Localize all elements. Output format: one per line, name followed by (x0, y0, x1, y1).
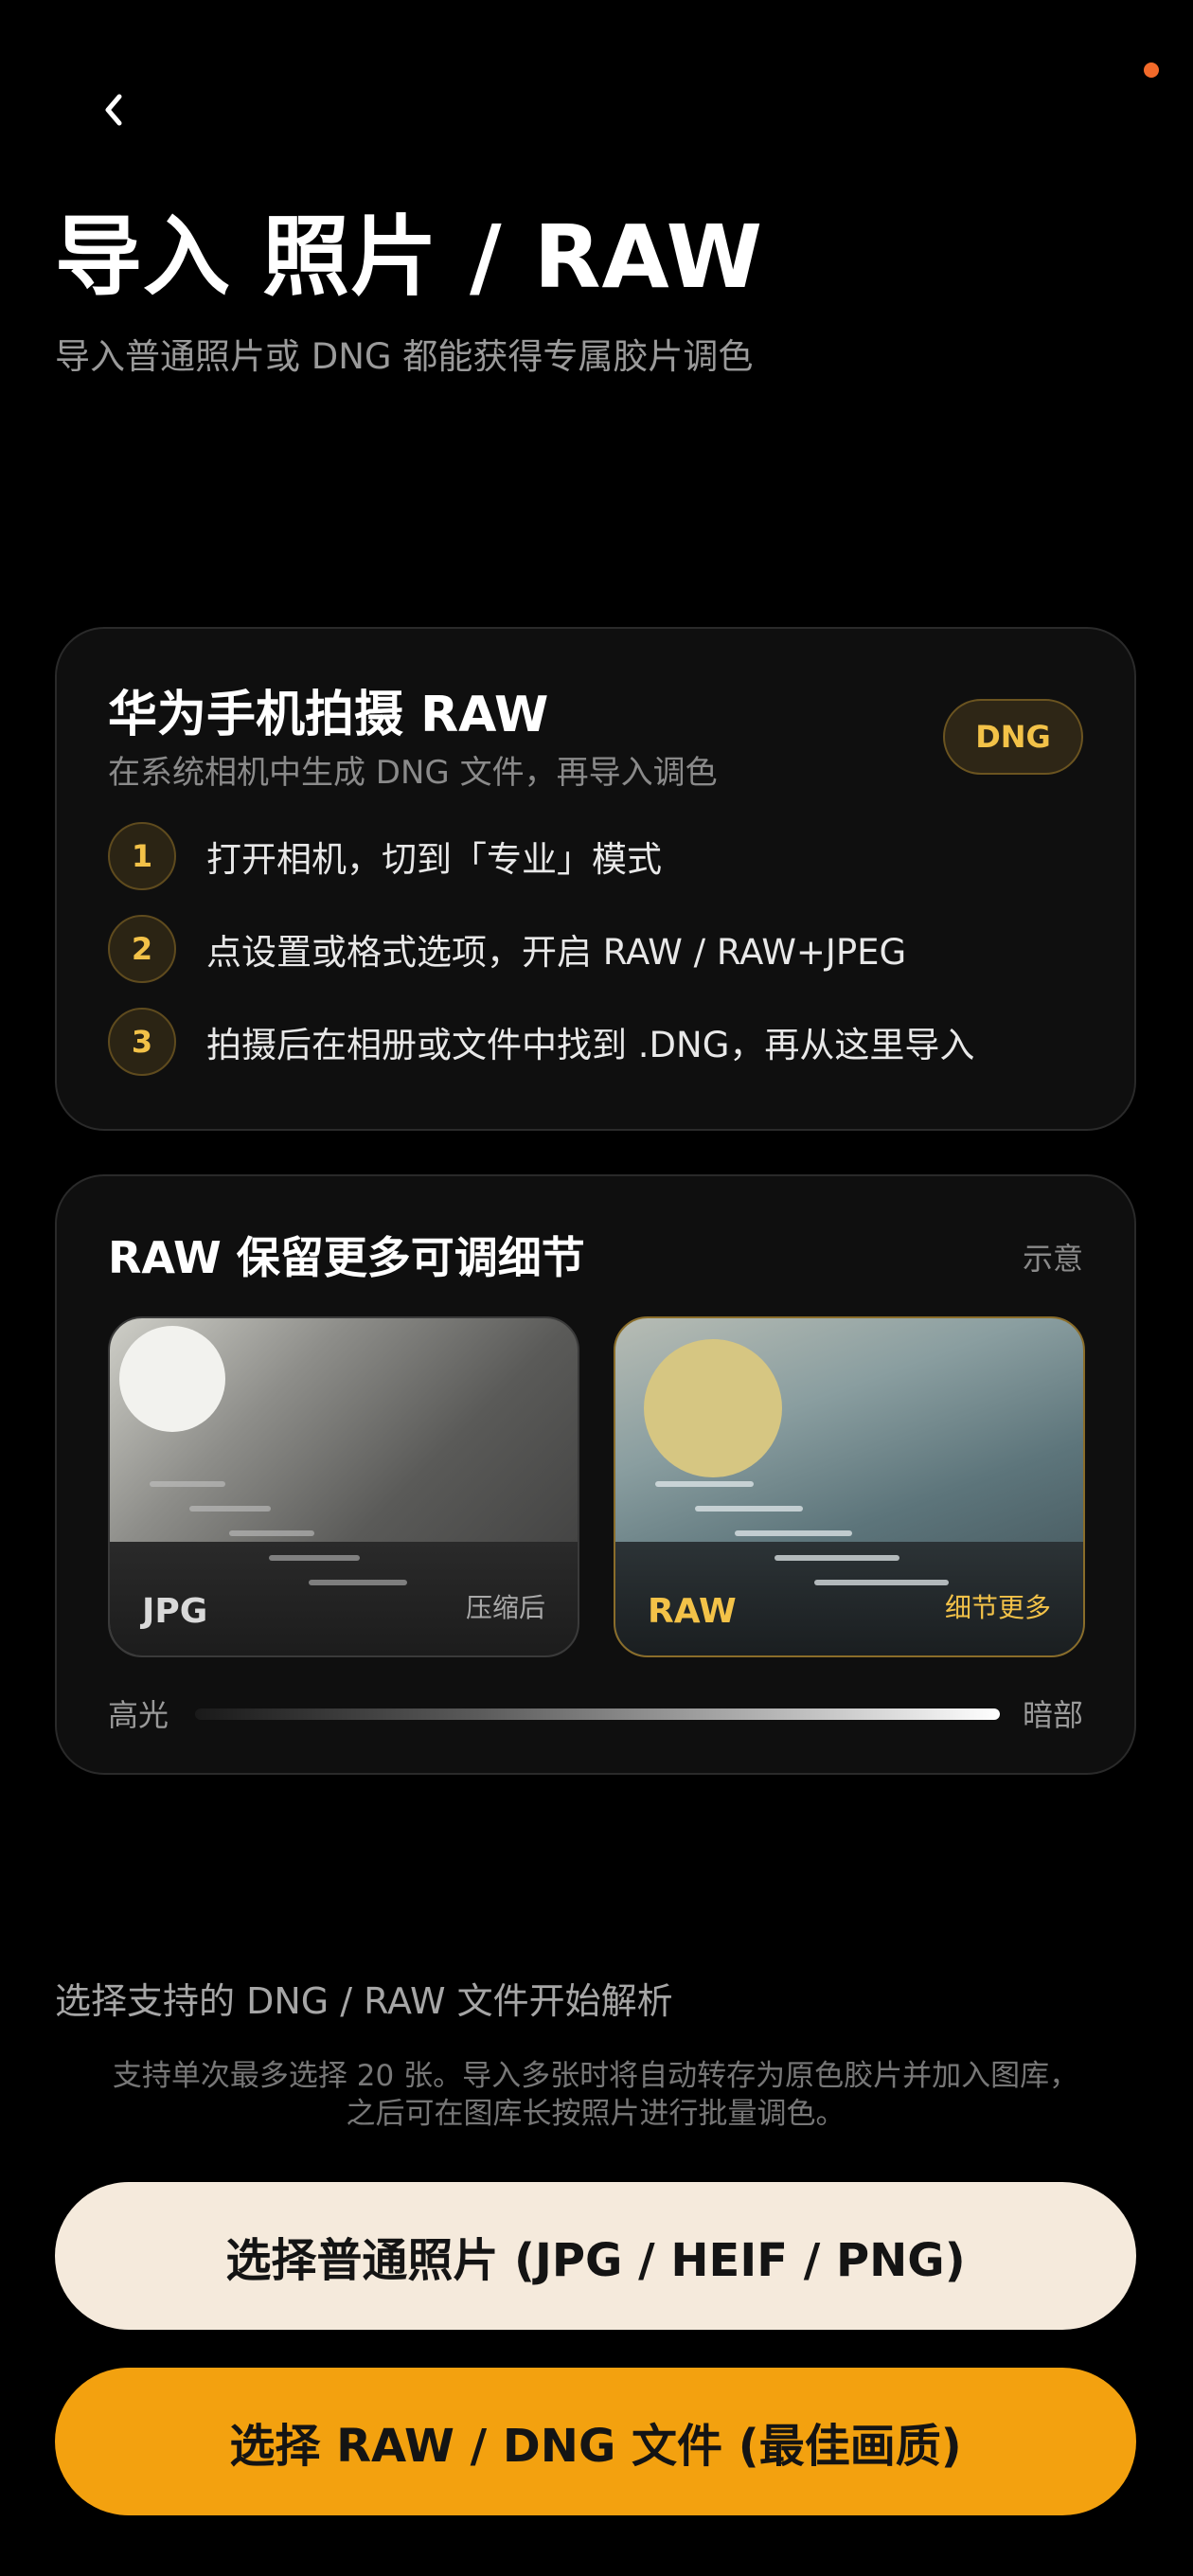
light-streak (814, 1580, 949, 1585)
chevron-left-icon (105, 94, 122, 126)
tonal-range-bar (195, 1708, 1000, 1720)
dng-badge: DNG (943, 699, 1083, 775)
step-text: 打开相机，切到「专业」模式 (206, 839, 662, 880)
import-note-line: 支持单次最多选择 20 张。导入多张时将自动转存为原色胶片并加入图库， (112, 2059, 1079, 2093)
huawei-card-subtitle: 在系统相机中生成 DNG 文件，再导入调色 (108, 754, 718, 792)
select-hint: 选择支持的 DNG / RAW 文件开始解析 (55, 1980, 673, 2022)
compare-card-title: RAW 保留更多可调细节 (108, 1232, 585, 1283)
range-label-highlight: 高光 (108, 1697, 169, 1733)
step-text: 拍摄后在相册或文件中找到 .DNG，再从这里导入 (206, 1025, 975, 1065)
raw-compare-card: RAW 保留更多可调细节 示意 JPG 压缩后 RAW 细节更多 高光 暗部 (55, 1174, 1136, 1775)
light-streak (150, 1481, 225, 1487)
jpg-preview: JPG 压缩后 (108, 1316, 579, 1657)
step-item: 3 拍摄后在相册或文件中找到 .DNG，再从这里导入 (108, 1008, 974, 1076)
import-note-line: 之后可在图库长按照片进行批量调色。 (346, 2097, 846, 2131)
huawei-card-title: 华为手机拍摄 RAW (108, 687, 549, 743)
huawei-raw-card: 华为手机拍摄 RAW 在系统相机中生成 DNG 文件，再导入调色 DNG 1 打… (55, 627, 1136, 1131)
light-streak (775, 1555, 899, 1561)
step-item: 2 点设置或格式选项，开启 RAW / RAW+JPEG (108, 915, 906, 983)
step-text: 点设置或格式选项，开启 RAW / RAW+JPEG (206, 932, 907, 973)
raw-preview: RAW 细节更多 (614, 1316, 1085, 1657)
raw-label: RAW (648, 1592, 737, 1631)
illustration-hint: 示意 (1022, 1241, 1083, 1277)
light-streak (655, 1481, 754, 1487)
page-title: 导入 照片 / RAW (55, 206, 764, 308)
page-subtitle: 导入普通照片或 DNG 都能获得专属胶片调色 (55, 336, 754, 377)
import-note: 支持单次最多选择 20 张。导入多张时将自动转存为原色胶片并加入图库， 之后可在… (55, 2057, 1136, 2133)
light-streak (735, 1530, 852, 1536)
light-streak (695, 1506, 803, 1512)
light-streak (189, 1506, 271, 1512)
light-streak (309, 1580, 407, 1585)
step-item: 1 打开相机，切到「专业」模式 (108, 822, 662, 890)
sun-shape (644, 1339, 782, 1477)
jpg-tag: 压缩后 (465, 1592, 545, 1623)
step-number: 1 (108, 822, 176, 890)
light-streak (269, 1555, 360, 1561)
step-number: 3 (108, 1008, 176, 1076)
sun-shape (119, 1326, 225, 1432)
range-label-shadow: 暗部 (1022, 1697, 1083, 1733)
select-normal-photo-button[interactable]: 选择普通照片 (JPG / HEIF / PNG) (55, 2182, 1136, 2330)
jpg-label: JPG (142, 1592, 208, 1631)
status-dot (1144, 63, 1159, 78)
back-button[interactable] (87, 83, 140, 136)
raw-tag: 细节更多 (944, 1592, 1051, 1623)
step-number: 2 (108, 915, 176, 983)
select-raw-dng-button[interactable]: 选择 RAW / DNG 文件 (最佳画质) (55, 2368, 1136, 2515)
light-streak (229, 1530, 314, 1536)
